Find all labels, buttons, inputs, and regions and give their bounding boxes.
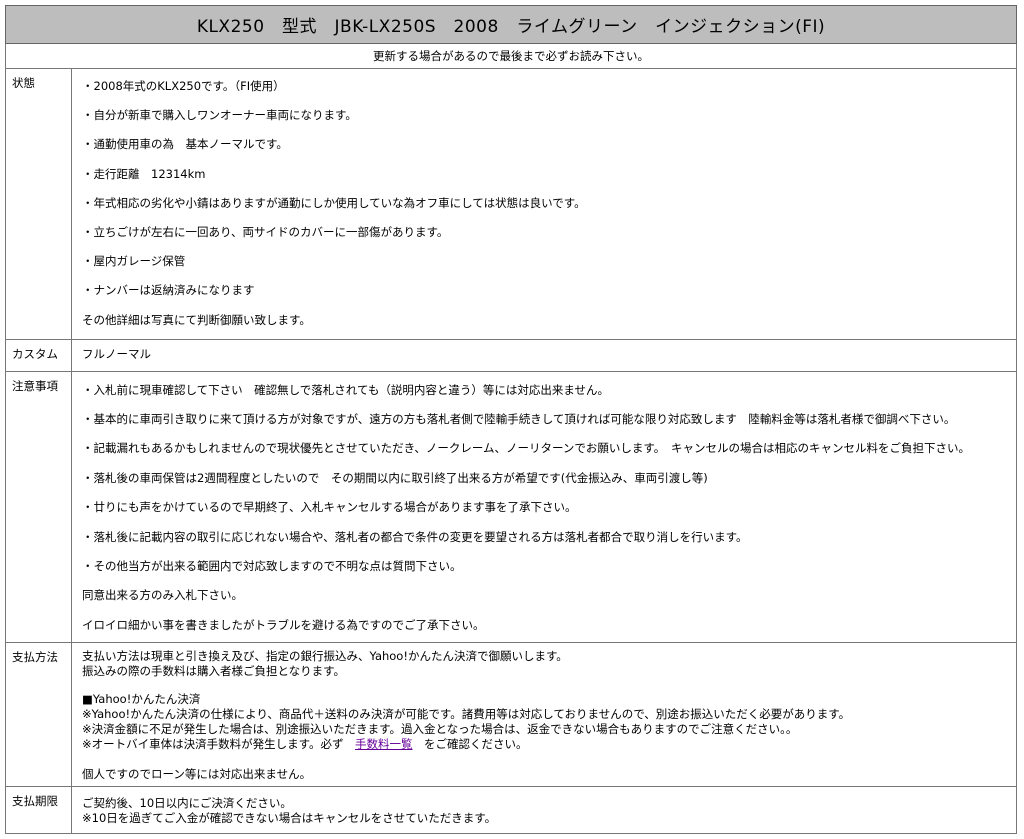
condition-item: ・年式相応の劣化や小錆はありますが通勤にしか使用していな為オフ車にしては状態は良… [82, 195, 586, 210]
condition-row: 状態 ・2008年式のKLX250です。（FI使用） ・自分が新車で購入しワンオ… [5, 68, 1017, 340]
note-item: ・入札前に現車確認して下さい 確認無しで落札されても（説明内容と違う）等には対応… [82, 382, 610, 397]
deadline-content: ご契約後、10日以内にご決済ください。 ※10日を過ぎてご入金が確認できない場合… [71, 786, 1017, 835]
condition-item: ・通勤使用車の為 基本ノーマルです。 [82, 137, 288, 152]
listing-table: KLX250 型式 JBK-LX250S 2008 ライムグリーン インジェクシ… [5, 5, 1017, 835]
note-item: ・廿りにも声をかけているので早期終了、入札キャンセルする場合があります事を了承下… [82, 500, 577, 515]
title-row: KLX250 型式 JBK-LX250S 2008 ライムグリーン インジェクシ… [5, 5, 1017, 44]
yahoo-note: ※オートバイ車体は決済手数料が発生します。必ず 手数料一覧 をご確認ください。 [82, 737, 1010, 752]
condition-item: ・2008年式のKLX250です。（FI使用） [82, 79, 285, 93]
payment-methods-text: 支払い方法は現車と引き換え及び、指定の銀行振込み、Yahoo!かんたん決済で御願… [82, 649, 568, 664]
yahoo-note: ※Yahoo!かんたん決済の仕様により、商品代＋送料のみ決済が可能です。諸費用等… [82, 707, 851, 722]
notes-content: ・入札前に現車確認して下さい 確認無しで落札されても（説明内容と違う）等には対応… [71, 370, 1017, 644]
note-item: 同意出来る方のみ入札下さい。 [82, 588, 243, 603]
fee-list-link[interactable]: 手数料一覧 [355, 737, 413, 751]
note-item: イロイロ細かい事を書きましたがトラブルを避ける為ですのでご了承下さい。 [82, 617, 485, 632]
note-item: ・記載漏れもあるかもしれませんので現状優先とさせていただき、ノークレーム、ノーリ… [82, 441, 971, 456]
custom-label: カスタム [12, 346, 58, 361]
notes-label: 注意事項 [12, 378, 58, 393]
condition-item: その他詳細は写真にて判断御願い致します。 [82, 312, 311, 327]
condition-item: ・立ちごけが左右に一回あり、両サイドのカバーに一部傷があります。 [82, 224, 449, 239]
fee-note-text: ※オートバイ車体は決済手数料が発生します。必ず [82, 737, 355, 752]
subtitle-row: 更新する場合があるので最後まで必ずお読み下さい。 [5, 43, 1017, 69]
loan-note: 個人ですのでローン等には対応出来ません。 [82, 767, 312, 782]
yahoo-heading: ■Yahoo!かんたん決済 [82, 692, 201, 707]
note-item: ・基本的に車両引き取りに来て頂ける方が対象ですが、遠方の方も落札者側で陸輸手続き… [82, 412, 956, 427]
custom-row: カスタム フルノーマル [5, 338, 1017, 372]
payment-label: 支払方法 [12, 650, 58, 665]
condition-item: ・走行距離 12314km [82, 166, 206, 181]
update-notice: 更新する場合があるので最後まで必ずお読み下さい。 [5, 43, 1017, 69]
deadline-text: ご契約後、10日以内にご決済ください。 [82, 796, 292, 811]
custom-value: フルノーマル [71, 338, 1017, 372]
condition-item: ・自分が新車で購入しワンオーナー車両になります。 [82, 108, 357, 123]
note-item: ・落札後の車両保管は2週間程度としたいので その期間以内に取引終了出来る方が希望… [82, 470, 708, 485]
fee-note-text: をご確認ください。 [412, 737, 528, 752]
condition-item: ・屋内ガレージ保管 [82, 254, 186, 269]
deadline-cancel-text: ※10日を過ぎてご入金が確認できない場合はキャンセルをさせていただきます。 [82, 811, 497, 826]
listing-title: KLX250 型式 JBK-LX250S 2008 ライムグリーン インジェクシ… [5, 5, 1017, 44]
note-item: ・落札後に記載内容の取引に応じれない場合や、落札者の都合で条件の変更を要望される… [82, 529, 748, 544]
deadline-label: 支払期限 [12, 794, 58, 809]
condition-label: 状態 [12, 76, 35, 90]
yahoo-note: ※決済金額に不足が発生した場合は、別途振込いただきます。過入金となった場合は、返… [82, 722, 798, 737]
payment-content: 支払い方法は現車と引き換え及び、指定の銀行振込み、Yahoo!かんたん決済で御願… [71, 642, 1017, 788]
transfer-fee-text: 振込みの際の手数料は購入者様ご負担となります。 [82, 664, 346, 679]
condition-content: ・2008年式のKLX250です。（FI使用） ・自分が新車で購入しワンオーナー… [71, 68, 1017, 340]
note-item: ・その他当方が出来る範囲内で対応致しますので不明な点は質問下さい。 [82, 559, 462, 574]
payment-row: 支払方法 支払い方法は現車と引き換え及び、指定の銀行振込み、Yahoo!かんたん… [5, 642, 1017, 788]
deadline-row: 支払期限 ご契約後、10日以内にご決済ください。 ※10日を過ぎてご入金が確認で… [5, 786, 1017, 835]
condition-item: ・ナンバーは返納済みになります [82, 283, 255, 298]
notes-row: 注意事項 ・入札前に現車確認して下さい 確認無しで落札されても（説明内容と違う）… [5, 370, 1017, 644]
